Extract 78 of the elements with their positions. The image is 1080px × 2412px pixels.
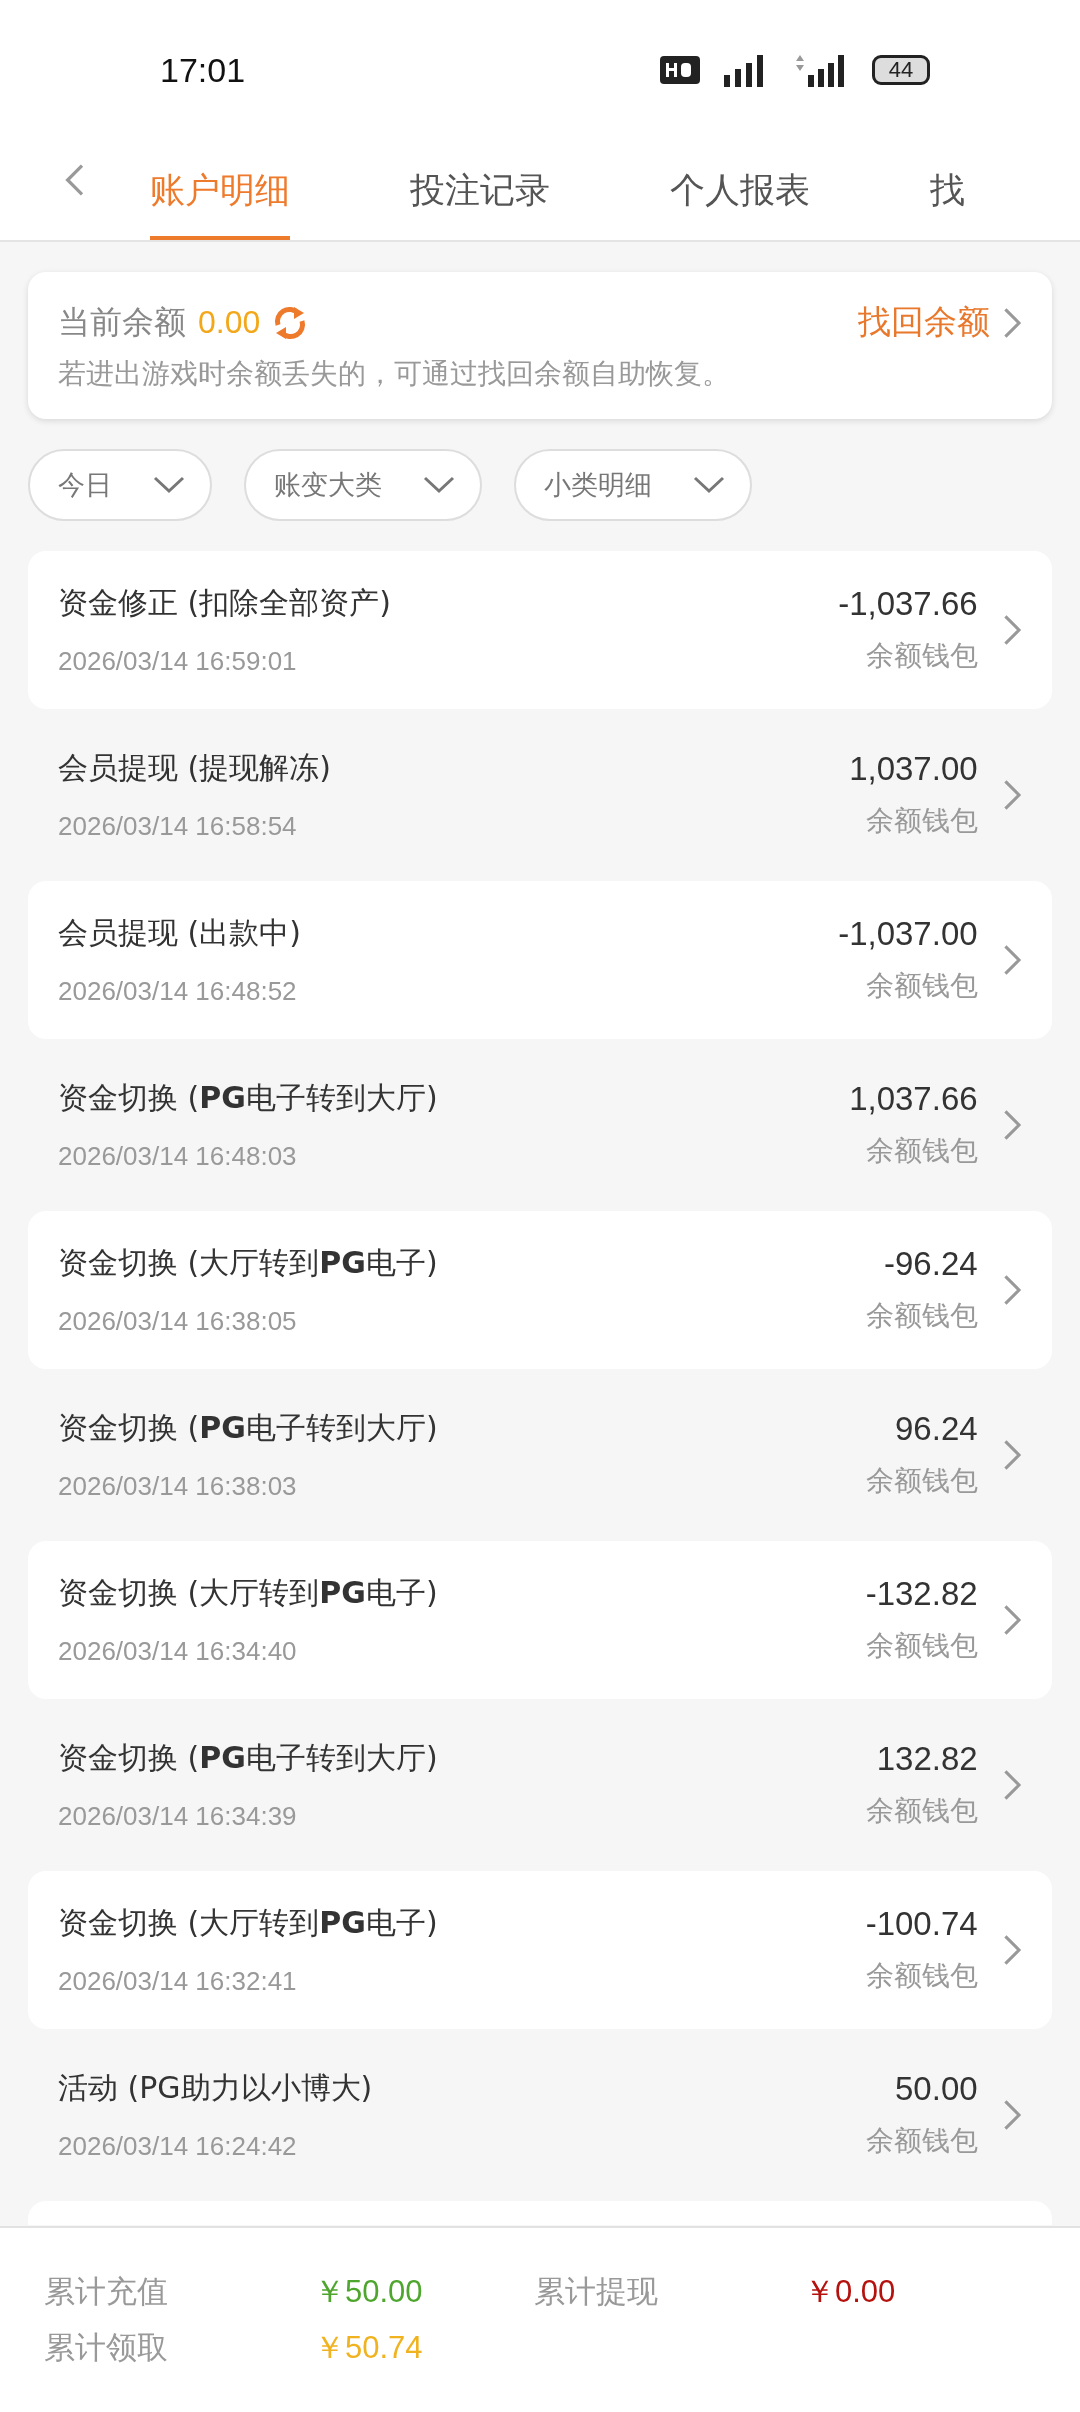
record-amount: 132.82	[876, 1740, 978, 1778]
record-wallet: 余额钱包	[865, 2123, 978, 2159]
record-wallet: 余额钱包	[865, 1958, 978, 1994]
record-amount: -1,037.00	[838, 915, 978, 953]
chevron-right-icon	[1001, 1768, 1022, 1802]
chevron-right-icon	[1001, 943, 1022, 977]
total-label: 累计充值	[44, 2272, 168, 2311]
balance-note: 若进出游戏时余额丢失的，可通过找回余额自助恢复。	[58, 356, 731, 392]
record-title: 资金切换 (PG电子转到大厅)	[58, 1409, 439, 1447]
battery-level: 44	[872, 55, 930, 85]
record-title: 资金切换 (PG电子转到大厅)	[58, 1079, 439, 1117]
tab[interactable]: 找	[930, 166, 965, 240]
record-wallet: 余额钱包	[865, 1628, 978, 1664]
chevron-down-icon	[422, 475, 456, 495]
chevron-right-icon	[1001, 778, 1022, 812]
record-wallet: 余额钱包	[865, 1793, 978, 1829]
chevron-down-icon	[152, 475, 186, 495]
record-time: 2026/03/14 16:59:01	[58, 646, 298, 677]
record-time: 2026/03/14 16:34:39	[58, 1801, 298, 1832]
hd-icon	[660, 56, 700, 84]
record-wallet: 余额钱包	[865, 638, 978, 674]
record-amount: -132.82	[865, 1575, 978, 1613]
record-wallet: 余额钱包	[865, 803, 978, 839]
record-wallet: 余额钱包	[865, 1463, 978, 1499]
chevron-right-icon	[1001, 1438, 1022, 1472]
record-time: 2026/03/14 16:32:41	[58, 1966, 298, 1997]
chevron-right-icon	[1001, 2098, 1022, 2132]
chevron-right-icon	[1001, 613, 1022, 647]
total-value: ￥0.00	[804, 2273, 896, 2311]
record-card[interactable]: 资金切换 (大厅转到PG电子) 2026/03/14 16:34:40 -132.82 余额钱包	[28, 1541, 1052, 1699]
record-time: 2026/03/14 16:38:03	[58, 1471, 298, 1502]
record-title: 资金切换 (大厅转到PG电子)	[58, 1244, 439, 1282]
chevron-right-icon	[1001, 1108, 1022, 1142]
tab[interactable]: 投注记录	[410, 166, 550, 240]
filter-dropdown[interactable]: 账变大类	[244, 449, 482, 521]
record-time: 2026/03/14 16:34:40	[58, 1636, 298, 1667]
record-title: 会员提现 (出款中)	[58, 914, 302, 952]
status-time: 17:01	[160, 50, 246, 90]
record-title: 资金切换 (PG电子转到大厅)	[58, 1739, 439, 1777]
record-card[interactable]: 资金切换 (大厅转到PG电子) 2026/03/14 16:32:41 -100.74 余额钱包	[28, 1871, 1052, 2029]
record-title: 会员提现 (提现解冻)	[58, 749, 332, 787]
record-card[interactable]: 资金切换 (大厅转到PG电子) 2026/03/14 16:38:05 -96.24 余额钱包	[28, 1211, 1052, 1369]
record-time: 2026/03/14 16:24:42	[58, 2131, 298, 2162]
record-title: 资金切换 (大厅转到PG电子)	[58, 1574, 439, 1612]
total-value: ￥50.74	[314, 2329, 423, 2367]
record-time: 2026/03/14 16:58:54	[58, 811, 298, 842]
record-time: 2026/03/14 16:38:05	[58, 1306, 298, 1337]
record-card[interactable]: 会员提现 (出款中) 2026/03/14 16:48:52 -1,037.00 余额钱包	[28, 881, 1052, 1039]
record-amount: -96.24	[884, 1245, 978, 1283]
record-amount: 96.24	[895, 1410, 978, 1448]
total-label: 累计领取	[44, 2328, 168, 2367]
balance-label: 当前余额	[58, 301, 186, 343]
record-title: 活动 (PG助力以小博大)	[58, 2069, 374, 2107]
record-card[interactable]: 资金修正 (扣除全部资产) 2026/03/14 16:59:01 -1,037.66 余额钱包	[28, 551, 1052, 709]
record-wallet: 余额钱包	[865, 1298, 978, 1334]
chevron-down-icon	[692, 475, 726, 495]
record-amount: -1,037.66	[838, 585, 978, 623]
balance-amount: 0.00	[198, 304, 261, 341]
chevron-right-icon	[1001, 1603, 1022, 1637]
tab[interactable]: 个人报表	[670, 166, 810, 240]
record-title: 资金修正 (扣除全部资产)	[58, 584, 392, 622]
record-title: 资金切换 (大厅转到PG电子)	[58, 1904, 439, 1942]
record-wallet: 余额钱包	[865, 1133, 978, 1169]
record-amount: 1,037.00	[849, 750, 978, 788]
filter-dropdown[interactable]: 今日	[28, 449, 212, 521]
chevron-right-icon	[1001, 305, 1022, 340]
back-icon	[64, 162, 86, 198]
total-value: ￥50.00	[314, 2273, 423, 2311]
record-amount: 1,037.66	[849, 1080, 978, 1118]
total-label: 累计提现	[534, 2272, 658, 2311]
filter-dropdown[interactable]: 小类明细	[514, 449, 752, 521]
record-time: 2026/03/14 16:48:52	[58, 976, 298, 1007]
chevron-right-icon	[1001, 1273, 1022, 1307]
record-time: 2026/03/14 16:48:03	[58, 1141, 298, 1172]
record-wallet: 余额钱包	[865, 968, 978, 1004]
chevron-right-icon	[1001, 1933, 1022, 1967]
record-amount: -100.74	[865, 1905, 978, 1943]
record-amount: 50.00	[895, 2070, 978, 2108]
